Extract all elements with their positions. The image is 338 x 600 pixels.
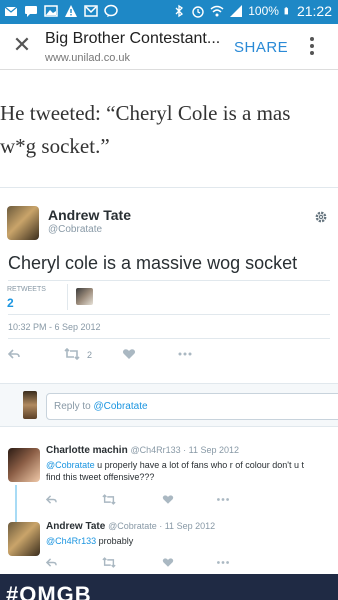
reply-box: Reply to @Cobratate [0,383,338,427]
bottom-banner[interactable]: #OMGB [0,574,338,600]
tweet-text: Cheryl cole is a massive wog socket [8,253,298,273]
avatar [23,391,37,419]
avatar[interactable] [7,206,39,240]
gallery-icon [44,5,58,17]
reply-text-line2: find this tweet offensive??? [46,472,155,482]
reply-input[interactable]: Reply to @Cobratate [46,393,338,420]
close-icon[interactable]: ✕ [12,34,32,56]
retweet-icon[interactable] [102,557,116,568]
mail-icon [4,6,18,16]
reply-text: @Cobratate u properly have a lot of fans… [46,459,338,471]
tweet-timestamp[interactable]: 10:32 PM - 6 Sep 2012 [8,322,101,332]
reply-mention[interactable]: @Ch4Rr133 [46,536,96,546]
share-button[interactable]: SHARE [234,39,288,56]
reply-placeholder: Reply to [54,401,94,412]
reply-icon[interactable] [46,494,57,505]
more-icon[interactable] [216,557,230,568]
wifi-icon [210,5,224,17]
chat-icon [104,4,118,17]
tweet-actions: 2 [8,348,328,364]
more-icon[interactable] [216,494,230,505]
reply-icon[interactable] [8,348,20,360]
reply-mention: @Cobratate [93,401,148,412]
status-bar: 100% 21:22 [0,0,338,24]
reply-author[interactable]: Charlotte machin @Ch4Rr133 · 11 Sep 2012 [46,445,239,456]
heart-icon[interactable] [162,494,174,505]
divider [8,280,330,281]
more-icon[interactable] [178,348,192,360]
tweet-author-handle[interactable]: @Cobratate [48,224,102,235]
reply-author-name: Charlotte machin [46,445,128,456]
signal-icon [230,5,243,17]
gear-icon[interactable] [314,210,328,224]
clock: 21:22 [296,3,332,19]
battery-icon [284,7,288,15]
page-url: www.unilad.co.uk [45,52,130,64]
avatar[interactable] [8,448,40,482]
heart-icon[interactable] [122,348,136,360]
reply-icon[interactable] [46,557,57,568]
article-line: He tweeted: “Cheryl Cole is a mas [0,101,291,125]
alarm-icon [192,6,204,18]
divider [67,284,68,310]
retweets-count[interactable]: 2 [7,296,14,310]
bluetooth-icon [175,4,184,18]
reply-body: u properly have a lot of fans who r of c… [94,460,305,470]
reply-body: probably [96,536,134,546]
overflow-menu-icon[interactable] [305,37,319,57]
retweeter-avatar[interactable] [76,288,93,305]
gmail-icon [84,5,98,17]
reply-mention[interactable]: @Cobratate [46,460,95,470]
embedded-tweet: Andrew Tate @Cobratate Cheryl cole is a … [0,187,338,377]
heart-icon[interactable] [162,557,174,568]
reply-text: @Ch4Rr133 probably [46,535,338,547]
tweet-author-name[interactable]: Andrew Tate [48,207,131,223]
article-quote: He tweeted: “Cheryl Cole is a mas w*g so… [0,97,338,163]
message-icon [25,6,37,17]
divider [8,314,330,315]
page-title: Big Brother Contestant... [45,30,221,47]
retweet-icon[interactable] [102,494,116,505]
warning-icon [65,5,77,17]
retweet-icon[interactable] [64,348,80,360]
reply-author-name: Andrew Tate [46,521,106,532]
reply-handle-date: @Cobratate · 11 Sep 2012 [108,521,216,531]
retweets-label: RETWEETS [7,286,46,293]
reply-handle-date: @Ch4Rr133 · 11 Sep 2012 [130,445,240,455]
article-line: w*g socket.” [0,134,110,158]
reply-author[interactable]: Andrew Tate @Cobratate · 11 Sep 2012 [46,521,215,532]
retweet-count: 2 [87,350,93,360]
browser-toolbar: ✕ Big Brother Contestant... www.unilad.c… [0,24,338,70]
reply-actions [46,557,338,573]
avatar[interactable] [8,522,40,556]
reply-actions [46,494,338,510]
divider [8,338,330,339]
battery-percent: 100% [248,4,279,18]
